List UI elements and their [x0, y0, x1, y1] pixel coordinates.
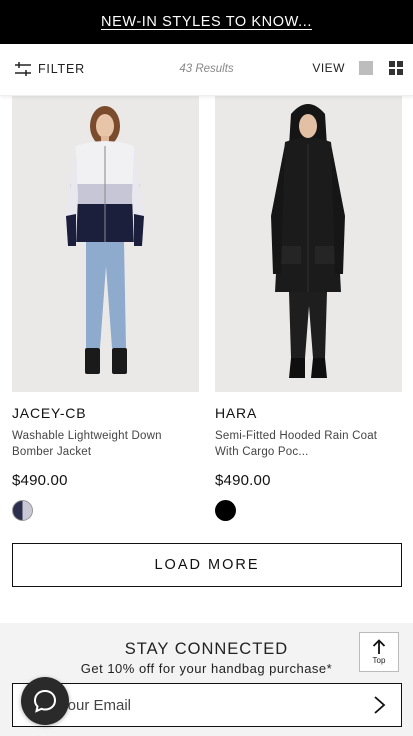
load-more-label: LOAD MORE — [154, 557, 260, 573]
email-form — [12, 683, 402, 727]
view-label: VIEW — [312, 61, 345, 75]
chat-button[interactable] — [21, 677, 69, 725]
product-price: $490.00 — [12, 472, 68, 489]
sliders-icon — [15, 62, 31, 76]
view-switcher: VIEW — [312, 61, 403, 75]
product-price: $490.00 — [215, 472, 271, 489]
product-name[interactable]: JACEY-CB — [12, 405, 199, 421]
back-to-top-label: Top — [372, 656, 386, 665]
back-to-top-button[interactable]: Top — [359, 632, 399, 672]
promo-banner[interactable]: NEW-IN STYLES TO KNOW... — [0, 0, 413, 44]
color-swatch[interactable] — [215, 500, 236, 521]
filter-label: FILTER — [38, 62, 85, 76]
grid-view-icon[interactable] — [389, 61, 403, 75]
product-card[interactable]: JACEY-CB Washable Lightweight Down Bombe… — [12, 96, 199, 521]
newsletter-title: STAY CONNECTED — [124, 640, 289, 658]
arrow-up-icon — [372, 639, 386, 654]
single-view-icon[interactable] — [359, 61, 373, 75]
model-rain-coat-image — [215, 96, 402, 392]
product-card[interactable]: HARA Semi-Fitted Hooded Rain Coat With C… — [215, 96, 402, 521]
promo-link[interactable]: NEW-IN STYLES TO KNOW... — [101, 14, 312, 30]
filter-toolbar: FILTER 43 Results VIEW — [0, 44, 413, 96]
filter-button[interactable]: FILTER — [14, 61, 85, 77]
product-description[interactable]: Washable Lightweight Down Bomber Jacket — [12, 428, 199, 460]
color-swatch[interactable] — [12, 500, 33, 521]
product-grid: JACEY-CB Washable Lightweight Down Bombe… — [12, 96, 402, 521]
email-input[interactable] — [59, 684, 359, 726]
results-count-text: 43 Results — [179, 63, 234, 75]
newsletter-subtitle: Get 10% off for your handbag purchase* — [80, 661, 333, 676]
load-more-button[interactable]: LOAD MORE — [12, 543, 402, 587]
product-image[interactable] — [215, 96, 402, 392]
chevron-right-icon[interactable] — [369, 695, 389, 715]
product-description[interactable]: Semi-Fitted Hooded Rain Coat With Cargo … — [215, 428, 402, 460]
model-bomber-jacket-image — [12, 96, 199, 392]
newsletter-section: STAY CONNECTED Get 10% off for your hand… — [0, 623, 413, 736]
product-name[interactable]: HARA — [215, 405, 402, 421]
chat-bubble-icon — [33, 689, 57, 713]
product-image[interactable] — [12, 96, 199, 392]
